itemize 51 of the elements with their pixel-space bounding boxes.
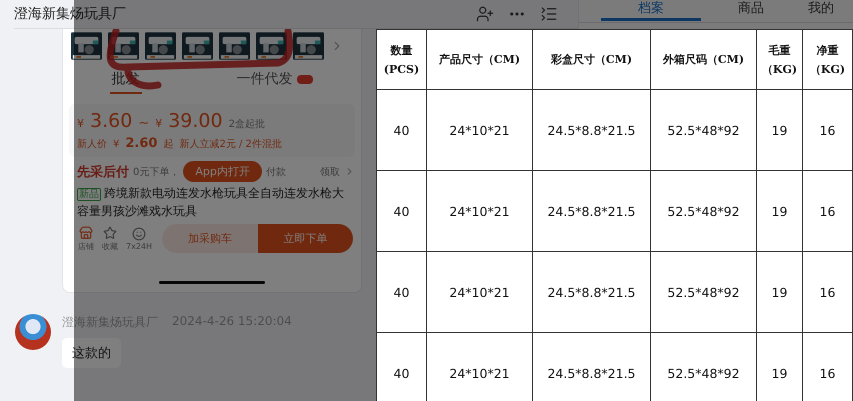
table-cell: 40 — [376, 170, 426, 252]
currency: ¥ — [77, 117, 84, 130]
pay-later-text: 0元下单， — [133, 166, 180, 178]
currency: ¥ — [155, 117, 162, 130]
mode-tab[interactable]: 一件代发 — [234, 66, 314, 94]
table-header: 数量(PCS) — [376, 30, 426, 90]
table-cell: 40 — [376, 332, 426, 401]
pay-later-label: 先采后付 — [77, 164, 129, 180]
panel-tab[interactable]: 我的 — [801, 0, 841, 21]
table-cell: 24.5*8.8*21.5 — [532, 90, 650, 170]
table-header: 毛重（KG) — [756, 30, 802, 90]
table-cell: 16 — [802, 170, 852, 252]
table-cell: 16 — [802, 252, 852, 332]
min-order: 2盒起批 — [228, 118, 265, 131]
action-item[interactable]: 7x24H — [126, 226, 152, 250]
panel-tab[interactable]: 档案 — [601, 0, 701, 21]
table-header: 产品尺寸（CM) — [426, 30, 532, 90]
table-cell: 52.5*48*92 — [650, 252, 756, 332]
product-title: 新品 跨境新款电动连发水枪玩具全自动连发水枪大容量男孩沙滩戏水玩具 — [76, 185, 345, 220]
table-cell: 24*10*21 — [426, 170, 532, 252]
price: 39.00 — [168, 110, 223, 132]
range-separator: ~ — [138, 116, 150, 131]
open-app-button[interactable]: App内打开 — [183, 161, 262, 182]
table-cell: 24*10*21 — [426, 90, 532, 170]
table-header: 净重（KG) — [802, 30, 852, 90]
action-item[interactable]: 收藏 — [102, 226, 118, 252]
table-cell: 19 — [756, 90, 802, 170]
claim-link[interactable]: 领取 — [320, 164, 340, 178]
action-item[interactable]: 店铺 — [78, 226, 94, 252]
table-header: 彩盒尺寸（CM) — [532, 30, 650, 90]
new-user-label: 新人价 — [77, 138, 107, 151]
table-cell: 24*10*21 — [426, 252, 532, 332]
promo-text: 新人立减2元 / 2件混批 — [179, 138, 282, 151]
new-user-price: 2.60 — [125, 136, 158, 151]
table-cell: 24.5*8.8*21.5 — [532, 170, 650, 252]
table-cell: 40 — [376, 252, 426, 332]
table-cell: 52.5*48*92 — [650, 90, 756, 170]
table-cell: 16 — [802, 90, 852, 170]
table-header: 外箱尺码（CM) — [650, 30, 756, 90]
cart-button[interactable]: 加采购车 — [162, 224, 258, 253]
table-cell: 19 — [756, 252, 802, 332]
price-suffix: 起 — [163, 138, 174, 151]
currency: ¥ — [113, 139, 120, 150]
price: 3.60 — [90, 110, 132, 132]
panel-tab[interactable]: 商品 — [701, 0, 801, 21]
table-cell: 19 — [756, 170, 802, 252]
table-cell: 52.5*48*92 — [650, 170, 756, 252]
pay-later-text: 付款 — [266, 166, 286, 178]
table-cell: 24.5*8.8*21.5 — [532, 252, 650, 332]
order-button[interactable]: 立即下单 — [258, 224, 353, 253]
table-cell: 40 — [376, 90, 426, 170]
